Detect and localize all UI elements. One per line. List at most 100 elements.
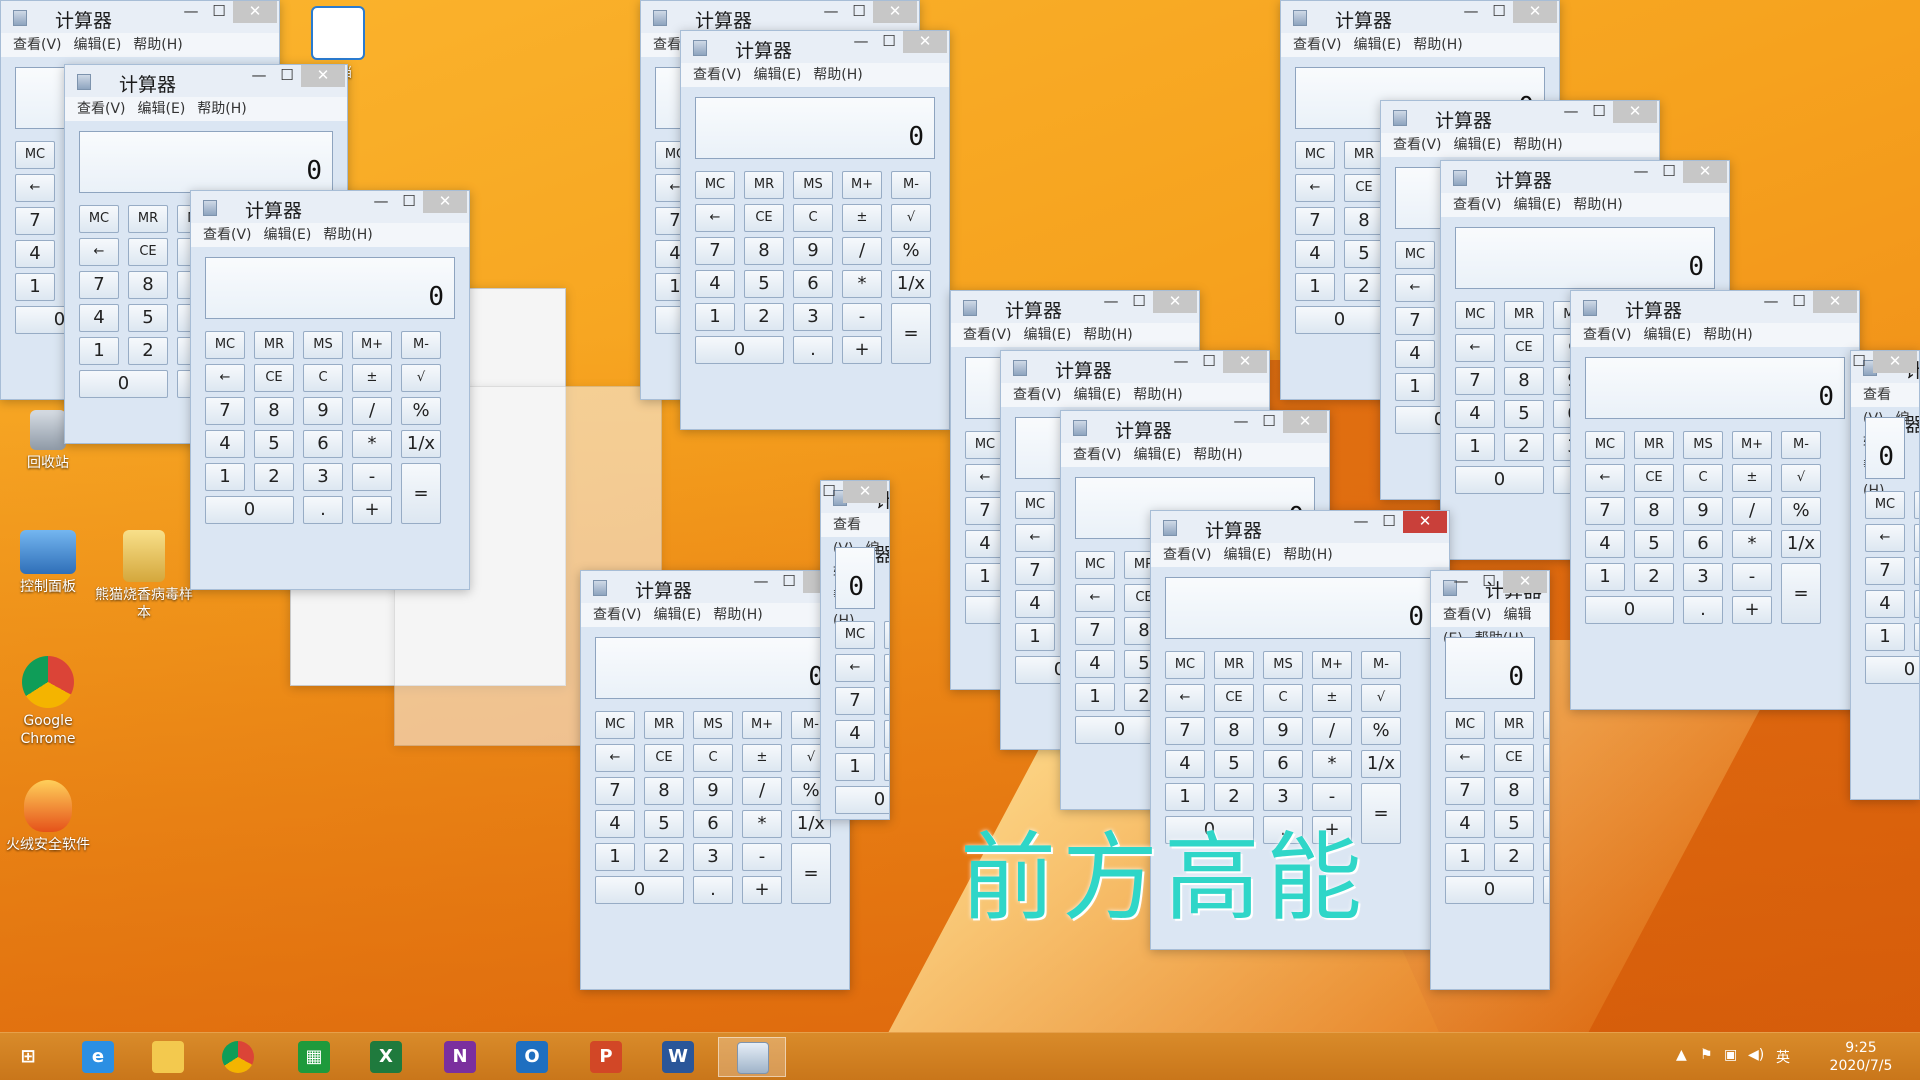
calculator-window[interactable]: 计算器 —☐✕ 查看(V) 编辑(E) 帮助(H) 0 MC MR MS M+ M- ← CE C ± √ 78… bbox=[680, 30, 950, 430]
menu-item[interactable]: 编辑(E) bbox=[1074, 387, 1122, 403]
minimize-button[interactable]: — bbox=[1227, 411, 1255, 433]
title-bar[interactable]: 计算器—☐✕ bbox=[1151, 511, 1449, 543]
close-button[interactable]: ✕ bbox=[1873, 351, 1917, 373]
calc-key[interactable]: 6 bbox=[793, 270, 833, 298]
maximize-button[interactable]: ☐ bbox=[205, 1, 233, 23]
calc-key[interactable]: 5 bbox=[1214, 750, 1254, 778]
minimize-button[interactable]: — bbox=[1457, 1, 1485, 23]
calc-key[interactable]: 6 bbox=[1263, 750, 1303, 778]
calc-key[interactable]: 8 bbox=[1634, 497, 1674, 525]
calc-key[interactable]: 7 bbox=[695, 237, 735, 265]
calc-key[interactable]: 8 bbox=[644, 777, 684, 805]
taskbar-store[interactable]: ▦ bbox=[286, 1037, 342, 1077]
menu-item[interactable]: 查看(V) bbox=[13, 37, 62, 53]
close-button[interactable]: ✕ bbox=[1683, 161, 1727, 183]
calc-key[interactable]: 2 bbox=[1634, 563, 1674, 591]
title-bar[interactable]: 计算器—☐✕ bbox=[1281, 1, 1559, 33]
calc-key[interactable]: M+ bbox=[352, 331, 392, 359]
calc-key[interactable]: 4 bbox=[1455, 400, 1495, 428]
calc-key[interactable]: 2 bbox=[1344, 273, 1384, 301]
menu-item[interactable]: 查看(V) bbox=[1583, 327, 1632, 343]
calculator-window[interactable]: 计算器 —☐✕ 查看(V) 编辑(E) 帮助(H) 0 MC MR MS M+ M- ← CE C ± √ 78… bbox=[1570, 290, 1860, 710]
calc-key[interactable]: CE bbox=[1214, 684, 1254, 712]
calc-key[interactable]: ← bbox=[965, 464, 1005, 492]
close-button[interactable]: ✕ bbox=[1223, 351, 1267, 373]
calc-key[interactable]: C bbox=[693, 744, 733, 772]
title-bar[interactable]: 计算器—☐✕ bbox=[821, 481, 889, 566]
calc-key[interactable]: 6 bbox=[1683, 530, 1723, 558]
minimize-button[interactable]: — bbox=[1627, 161, 1655, 183]
title-bar[interactable]: 计算器—☐✕ bbox=[1061, 411, 1329, 443]
minimize-button[interactable]: — bbox=[1347, 511, 1375, 533]
calc-key[interactable]: 0 bbox=[1455, 466, 1544, 494]
menu-item[interactable]: 编辑(E) bbox=[1644, 327, 1692, 343]
calc-key[interactable]: MR bbox=[1504, 301, 1544, 329]
calc-key[interactable]: MR bbox=[254, 331, 294, 359]
calc-key[interactable]: MC bbox=[835, 621, 875, 649]
calc-key[interactable]: MS bbox=[1543, 711, 1549, 739]
calc-key[interactable]: 8 bbox=[744, 237, 784, 265]
menu-item[interactable]: 编辑(E) bbox=[754, 67, 802, 83]
close-button[interactable]: ✕ bbox=[1503, 571, 1547, 593]
calc-key[interactable]: 0 bbox=[1585, 596, 1674, 624]
calc-key[interactable]: 5 bbox=[254, 430, 294, 458]
calc-key[interactable]: 8 bbox=[884, 687, 889, 715]
calc-key[interactable]: + bbox=[742, 876, 782, 904]
calc-key[interactable]: 8 bbox=[1914, 557, 1919, 585]
calc-key[interactable]: 4 bbox=[965, 530, 1005, 558]
calc-key[interactable]: 1 bbox=[835, 753, 875, 781]
calc-key[interactable]: 5 bbox=[1344, 240, 1384, 268]
calc-key[interactable]: ← bbox=[205, 364, 245, 392]
tray-expand-icon[interactable]: ▲ bbox=[1676, 1047, 1687, 1063]
calc-key[interactable]: CE bbox=[128, 238, 168, 266]
calc-key[interactable]: 7 bbox=[1015, 557, 1055, 585]
calc-key[interactable]: MC bbox=[1865, 491, 1905, 519]
calc-key[interactable]: / bbox=[1312, 717, 1352, 745]
taskbar-powerpoint[interactable]: P bbox=[578, 1037, 634, 1077]
menu-item[interactable]: 帮助(H) bbox=[1133, 387, 1182, 403]
menu-item[interactable]: 帮助(H) bbox=[1283, 547, 1332, 563]
calc-key[interactable]: MC bbox=[1075, 551, 1115, 579]
calc-key[interactable]: MC bbox=[1165, 651, 1205, 679]
calc-key[interactable]: MR bbox=[1914, 491, 1919, 519]
menu-item[interactable]: 查看(V) bbox=[1453, 197, 1502, 213]
calc-key[interactable]: MR bbox=[744, 171, 784, 199]
calc-key[interactable]: MC bbox=[1295, 141, 1335, 169]
calc-key[interactable]: 0 bbox=[79, 370, 168, 398]
calc-key[interactable]: CE bbox=[1494, 744, 1534, 772]
calc-key[interactable]: 5 bbox=[884, 720, 889, 748]
taskbar-onenote[interactable]: N bbox=[432, 1037, 488, 1077]
calc-key[interactable]: 8 bbox=[1214, 717, 1254, 745]
calc-key[interactable]: 4 bbox=[1015, 590, 1055, 618]
title-bar[interactable]: 计算器—☐✕ bbox=[1001, 351, 1269, 383]
calc-key[interactable]: . bbox=[693, 876, 733, 904]
calc-key[interactable]: 1 bbox=[79, 337, 119, 365]
menu-item[interactable]: 编辑(E) bbox=[1224, 547, 1272, 563]
calc-key[interactable]: MR bbox=[1214, 651, 1254, 679]
calc-key[interactable]: 8 bbox=[128, 271, 168, 299]
minimize-button[interactable]: — bbox=[847, 31, 875, 53]
calc-key[interactable]: 8 bbox=[1494, 777, 1534, 805]
calc-key[interactable]: 2 bbox=[1494, 843, 1534, 871]
calc-key[interactable]: - bbox=[352, 463, 392, 491]
close-button[interactable]: ✕ bbox=[1813, 291, 1857, 313]
maximize-button[interactable]: ☐ bbox=[775, 571, 803, 593]
taskbar-word[interactable]: W bbox=[650, 1037, 706, 1077]
calc-key[interactable]: M+ bbox=[842, 171, 882, 199]
calc-key[interactable]: 1/x bbox=[891, 270, 931, 298]
calc-key[interactable]: * bbox=[1732, 530, 1772, 558]
calc-key[interactable]: . bbox=[303, 496, 343, 524]
calc-key[interactable]: % bbox=[401, 397, 441, 425]
calc-key[interactable]: . bbox=[1683, 596, 1723, 624]
calc-key[interactable]: 4 bbox=[1585, 530, 1625, 558]
calc-key[interactable]: 1 bbox=[965, 563, 1005, 591]
menu-item[interactable]: 帮助(H) bbox=[1573, 197, 1622, 213]
calc-key[interactable]: ← bbox=[1395, 274, 1435, 302]
close-button[interactable]: ✕ bbox=[843, 481, 887, 503]
menu-item[interactable]: 查看(V) bbox=[1013, 387, 1062, 403]
calc-key[interactable]: 4 bbox=[695, 270, 735, 298]
minimize-button[interactable]: — bbox=[1757, 291, 1785, 313]
calc-key[interactable]: 4 bbox=[835, 720, 875, 748]
title-bar[interactable]: 计算器—☐✕ bbox=[1851, 351, 1919, 436]
menu-item[interactable]: 帮助(H) bbox=[1703, 327, 1752, 343]
